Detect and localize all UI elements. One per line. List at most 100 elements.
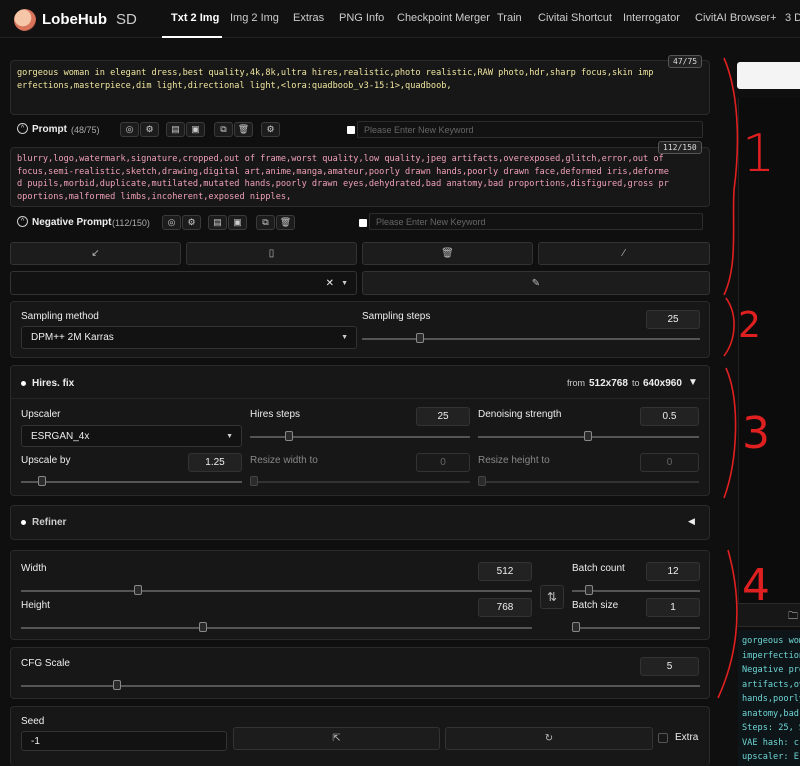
upscale-by-thumb[interactable] [38, 476, 46, 486]
upscale-by-slider[interactable] [21, 481, 242, 483]
globe-icon[interactable]: ◎ [162, 215, 181, 230]
tab-png-info[interactable]: PNG Info [339, 12, 384, 24]
prompt-textarea[interactable]: gorgeous woman in elegant dress,best qua… [10, 60, 710, 115]
copy-doc-icon[interactable]: ▤ [208, 215, 227, 230]
batch-size-slider[interactable] [572, 627, 700, 629]
bookmark-icon[interactable]: ▣ [228, 215, 247, 230]
read-params-button[interactable]: ↙ [10, 242, 181, 265]
resize-width-thumb[interactable] [250, 476, 258, 486]
sampling-steps-input[interactable]: 25 [646, 310, 700, 329]
document-icon: ▯ [268, 248, 275, 259]
width-thumb[interactable] [134, 585, 142, 595]
upscale-by-input[interactable]: 1.25 [188, 453, 242, 472]
cfg-scale-slider[interactable] [21, 685, 700, 687]
settings-icon[interactable]: ⚙ [261, 122, 280, 137]
clear-x-icon[interactable]: ✕ [326, 278, 334, 289]
annotation-bracket-4 [717, 549, 738, 699]
reuse-seed-button[interactable]: ↻ [445, 727, 653, 750]
height-input[interactable]: 768 [478, 598, 532, 617]
dice-icon: ⇱ [332, 733, 341, 744]
cfg-scale-input[interactable]: 5 [640, 657, 699, 676]
annotation-bracket-2 [723, 297, 735, 357]
tab-img2img[interactable]: Img 2 Img [230, 12, 279, 24]
negative-token-counter: 112/150 [658, 141, 702, 154]
seed-input[interactable]: -1 [21, 731, 227, 751]
arrow-down-left-icon: ↙ [91, 248, 100, 259]
height-thumb[interactable] [199, 622, 207, 632]
bookmark-icon[interactable]: ▣ [186, 122, 205, 137]
negative-collapse-icon[interactable]: ^ [17, 216, 28, 227]
hires-from-size: 512x768 [589, 378, 628, 389]
resize-width-label: Resize width to [250, 455, 318, 466]
tab-civitai-browser[interactable]: CivitAI Browser+ [695, 12, 777, 24]
tab-civitai-shortcut[interactable]: Civitai Shortcut [538, 12, 612, 24]
clear-prompt-button[interactable]: 🗑 [362, 242, 533, 265]
globe-icon[interactable]: ◎ [120, 122, 139, 137]
tab-txt2img[interactable]: Txt 2 Img [171, 12, 219, 24]
batch-count-input[interactable]: 12 [646, 562, 700, 581]
tab-checkpoint-merger[interactable]: Checkpoint Merger [397, 12, 490, 24]
prompt-collapse-icon[interactable]: ^ [17, 123, 28, 134]
width-slider[interactable] [21, 590, 532, 592]
chevron-down-icon: ▼ [341, 334, 348, 341]
magic-wand-button[interactable]: ⁄ [538, 242, 710, 265]
denoising-strength-label: Denoising strength [478, 409, 562, 420]
paste-icon[interactable]: ⧉ [256, 215, 275, 230]
width-input[interactable]: 512 [478, 562, 532, 581]
hires-steps-input[interactable]: 25 [416, 407, 470, 426]
active-tab-indicator [162, 36, 222, 38]
prompt-keyword-input[interactable]: Please Enter New Keyword [357, 121, 703, 138]
collapse-triangle-icon[interactable]: ▼ [688, 377, 698, 388]
hires-to-word: to [632, 378, 640, 388]
cfg-scale-thumb[interactable] [113, 680, 121, 690]
sampling-method-select[interactable]: DPM++ 2M Karras ▼ [21, 326, 357, 349]
tab-interrogator[interactable]: Interrogator [623, 12, 680, 24]
negative-keyword-input[interactable]: Please Enter New Keyword [369, 213, 703, 230]
styles-select[interactable]: ✕ ▼ [10, 271, 357, 295]
prompt-keyword-checkbox[interactable] [347, 126, 355, 134]
extra-checkbox[interactable] [658, 733, 668, 743]
swap-dimensions-button[interactable]: ⇅ [540, 585, 564, 609]
brand-suffix: SD [116, 11, 137, 28]
expand-triangle-icon[interactable]: ◀ [688, 516, 695, 527]
batch-count-thumb[interactable] [585, 585, 593, 595]
resize-width-slider[interactable] [250, 481, 470, 483]
bullet-dot-icon [21, 520, 26, 525]
copy-doc-icon[interactable]: ▤ [166, 122, 185, 137]
height-slider[interactable] [21, 627, 532, 629]
resize-width-input[interactable]: 0 [416, 453, 470, 472]
batch-size-thumb[interactable] [572, 622, 580, 632]
batch-size-input[interactable]: 1 [646, 598, 700, 617]
hires-to-size: 640x960 [643, 378, 682, 389]
upscaler-select[interactable]: ESRGAN_4x ▼ [21, 425, 242, 447]
hires-steps-thumb[interactable] [285, 431, 293, 441]
hires-fix-title[interactable]: Hires. fix [32, 378, 74, 389]
resize-height-thumb[interactable] [478, 476, 486, 486]
negative-keyword-checkbox[interactable] [359, 219, 367, 227]
hires-from-prefix: from [567, 378, 585, 388]
resize-height-slider[interactable] [478, 481, 699, 483]
tab-extras[interactable]: Extras [293, 12, 324, 24]
paste-icon[interactable]: ⧉ [214, 122, 233, 137]
negative-count-label: (112/150) [112, 218, 150, 228]
resize-height-input[interactable]: 0 [640, 453, 699, 472]
seed-label: Seed [21, 716, 45, 727]
denoising-strength-input[interactable]: 0.5 [640, 407, 699, 426]
sampling-steps-slider[interactable] [362, 338, 700, 340]
tab-train[interactable]: Train [497, 12, 522, 24]
denoising-strength-thumb[interactable] [584, 431, 592, 441]
paste-params-button[interactable]: ▯ [186, 242, 357, 265]
cfg-scale-label: CFG Scale [21, 658, 70, 669]
negative-prompt-textarea[interactable]: blurry,logo,watermark,signature,cropped,… [10, 147, 710, 207]
refiner-panel[interactable] [10, 505, 710, 540]
trash-icon[interactable]: 🗑 [234, 122, 253, 137]
hires-steps-slider[interactable] [250, 436, 470, 438]
sampling-steps-thumb[interactable] [416, 333, 424, 343]
random-seed-button[interactable]: ⇱ [233, 727, 440, 750]
gear-icon[interactable]: ⚙ [140, 122, 159, 137]
gear-icon[interactable]: ⚙ [182, 215, 201, 230]
trash-icon[interactable]: 🗑 [276, 215, 295, 230]
edit-styles-button[interactable]: ✎ [362, 271, 710, 295]
negative-prompt-text: blurry,logo,watermark,signature,cropped,… [17, 154, 669, 202]
tab-3d[interactable]: 3 D [785, 12, 800, 24]
